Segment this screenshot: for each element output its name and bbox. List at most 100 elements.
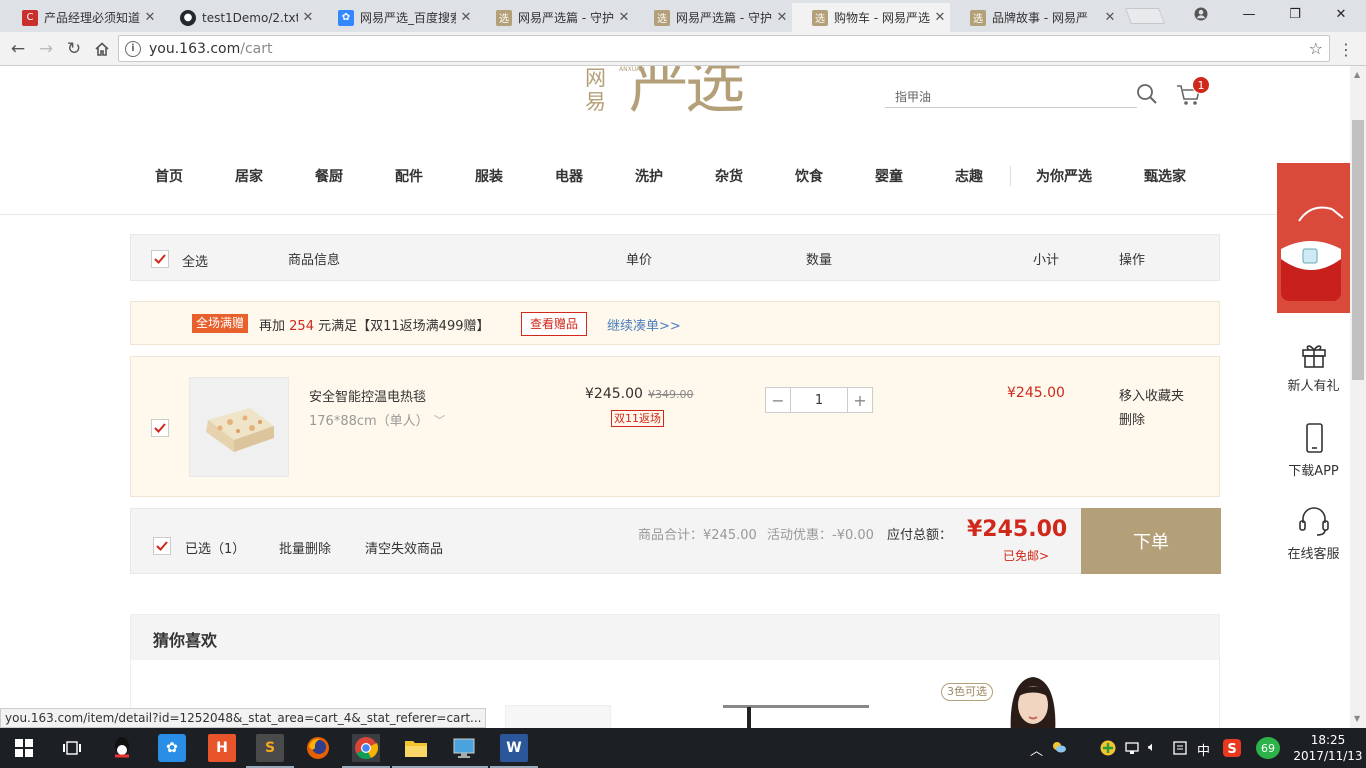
continue-shopping-link[interactable]: 继续凑单>> <box>607 315 681 334</box>
promo-tag: 全场满赠 <box>192 314 249 333</box>
close-tab-icon[interactable]: ✕ <box>298 10 318 25</box>
clear-invalid-link[interactable]: 清空失效商品 <box>365 538 443 557</box>
firefox-icon[interactable] <box>304 734 332 762</box>
scroll-up-arrow[interactable]: ▲ <box>1354 70 1360 79</box>
file-explorer-icon[interactable] <box>392 734 440 768</box>
decrease-button[interactable]: − <box>766 388 790 412</box>
select-all-bottom-checkbox[interactable] <box>153 537 171 555</box>
qq-icon[interactable] <box>108 734 136 762</box>
close-tab-icon[interactable]: ✕ <box>1100 10 1120 25</box>
network-icon[interactable] <box>1124 740 1142 760</box>
new-user-gift-button[interactable]: 新人有礼 <box>1277 322 1350 402</box>
windows-start-icon[interactable] <box>10 734 38 762</box>
browser-tab[interactable]: C 产品经理必须知道 ✕ <box>2 3 160 32</box>
item-checkbox[interactable] <box>151 419 169 437</box>
model-photo[interactable] <box>1001 673 1065 728</box>
browser-tab[interactable]: 选 品牌故事 - 网易严 ✕ <box>950 3 1120 32</box>
nav-item[interactable]: 志趣 <box>955 166 983 186</box>
browser-tab-active[interactable]: 选 购物车 - 网易严选 ✕ <box>792 3 950 32</box>
new-tab-button[interactable] <box>1125 8 1165 24</box>
remote-desktop-icon[interactable] <box>440 734 488 768</box>
free-shipping-link[interactable]: 已免邮> <box>1003 547 1049 564</box>
delete-item-link[interactable]: 删除 <box>1119 409 1145 428</box>
page-scrollbar[interactable]: ▲ ▼ <box>1350 66 1366 728</box>
batch-delete-link[interactable]: 批量删除 <box>279 538 331 557</box>
checkout-button[interactable]: 下单 <box>1081 508 1221 574</box>
product-spec[interactable]: 176*88cm（单人） <box>309 410 429 429</box>
bookmark-star-icon[interactable]: ☆ <box>1309 39 1323 58</box>
download-app-button[interactable]: 下载APP <box>1277 407 1350 487</box>
close-tab-icon[interactable]: ✕ <box>772 10 792 25</box>
task-view-icon[interactable] <box>58 734 86 762</box>
nav-item[interactable]: 杂货 <box>715 166 743 186</box>
logo-yanxuan: 严选 <box>629 66 745 122</box>
reload-icon[interactable]: ↻ <box>62 37 86 61</box>
nav-item[interactable]: 服装 <box>475 166 503 186</box>
home-icon[interactable] <box>90 37 114 61</box>
close-tab-icon[interactable]: ✕ <box>930 10 950 25</box>
customer-service-button[interactable]: 在线客服 <box>1277 490 1350 570</box>
weather-icon[interactable] <box>1051 740 1067 758</box>
notification-doc-icon[interactable] <box>1172 740 1188 760</box>
promo-bar: 全场满赠 再加 254 元满足【双11返场满499赠】 查看赠品 继续凑单>> <box>130 301 1220 345</box>
increase-button[interactable]: + <box>848 388 872 412</box>
close-tab-icon[interactable]: ✕ <box>456 10 476 25</box>
cloud-app-icon[interactable]: ✿ <box>158 734 186 762</box>
quantity-input[interactable]: 1 <box>790 388 848 412</box>
green-plus-icon[interactable] <box>1100 740 1116 760</box>
address-bar[interactable]: i you.163.com/cart ☆ <box>118 35 1330 62</box>
close-tab-icon[interactable]: ✕ <box>614 10 634 25</box>
forward-icon[interactable]: → <box>34 37 58 61</box>
nav-item[interactable]: 居家 <box>235 166 263 186</box>
side-promo-banner[interactable] <box>1277 163 1350 313</box>
nav-item[interactable]: 配件 <box>395 166 423 186</box>
nav-item[interactable]: 饮食 <box>795 166 823 186</box>
product-image[interactable] <box>505 705 611 728</box>
account-icon[interactable] <box>1178 0 1224 28</box>
sublime-text-icon[interactable]: S <box>246 734 294 768</box>
header-divider <box>0 214 1350 215</box>
product-thumbnail[interactable] <box>189 377 289 477</box>
close-window-icon[interactable]: ✕ <box>1318 0 1364 28</box>
cart-table-header: 全选 商品信息 单价 数量 小计 操作 <box>130 234 1220 281</box>
nav-item[interactable]: 餐厨 <box>315 166 343 186</box>
battery-percent[interactable]: 69 <box>1256 737 1280 759</box>
volume-icon[interactable]: 🔈︎ <box>1148 740 1156 755</box>
ime-indicator[interactable]: 中 <box>1197 740 1210 759</box>
move-to-favorites-link[interactable]: 移入收藏夹 <box>1119 385 1184 404</box>
sogou-icon[interactable]: S <box>1222 738 1242 762</box>
browser-tab[interactable]: 选 网易严选篇 - 守护 ✕ <box>476 3 634 32</box>
html-editor-icon[interactable]: H <box>208 734 236 762</box>
word-icon[interactable]: W <box>490 734 538 768</box>
back-icon[interactable]: ← <box>6 37 30 61</box>
nav-item[interactable]: 婴童 <box>875 166 903 186</box>
yanxuan-logo[interactable]: 网易 ANXUAN 严选 <box>585 66 765 122</box>
nav-item[interactable]: 甄选家 <box>1144 166 1186 186</box>
browser-tab[interactable]: ✿ 网易严选_百度搜索 ✕ <box>318 3 476 32</box>
browser-tab[interactable]: 选 网易严选篇 - 守护 ✕ <box>634 3 792 32</box>
tray-expand-icon[interactable]: ︿ <box>1030 740 1043 759</box>
restore-icon[interactable]: ❐ <box>1272 0 1318 28</box>
nav-item[interactable]: 洗护 <box>635 166 663 186</box>
product-image[interactable] <box>723 705 869 708</box>
view-gifts-button[interactable]: 查看赠品 <box>521 312 587 336</box>
search-input[interactable]: 指甲油 <box>885 84 1137 108</box>
product-name[interactable]: 安全智能控温电热毯 <box>309 386 426 405</box>
chrome-icon[interactable] <box>342 734 390 768</box>
select-all-checkbox[interactable] <box>151 250 169 268</box>
scrollbar-thumb[interactable] <box>1352 120 1364 380</box>
close-tab-icon[interactable]: ✕ <box>140 10 160 25</box>
menu-icon[interactable]: ⋮ <box>1338 40 1354 59</box>
nav-item[interactable]: 首页 <box>155 166 183 186</box>
select-all-label[interactable]: 全选 <box>182 251 208 270</box>
check-icon <box>154 254 166 264</box>
info-icon[interactable]: i <box>125 40 141 57</box>
system-clock[interactable]: 18:25 2017/11/13 <box>1290 732 1366 764</box>
nav-item[interactable]: 为你严选 <box>1036 166 1092 186</box>
chevron-down-icon[interactable]: ﹀ <box>434 412 445 428</box>
scroll-down-arrow[interactable]: ▼ <box>1354 714 1360 723</box>
minimize-icon[interactable]: — <box>1226 0 1272 28</box>
nav-item[interactable]: 电器 <box>555 166 583 186</box>
browser-tab[interactable]: ● test1Demo/2.txt ✕ <box>160 3 318 32</box>
search-icon[interactable] <box>1136 83 1158 105</box>
